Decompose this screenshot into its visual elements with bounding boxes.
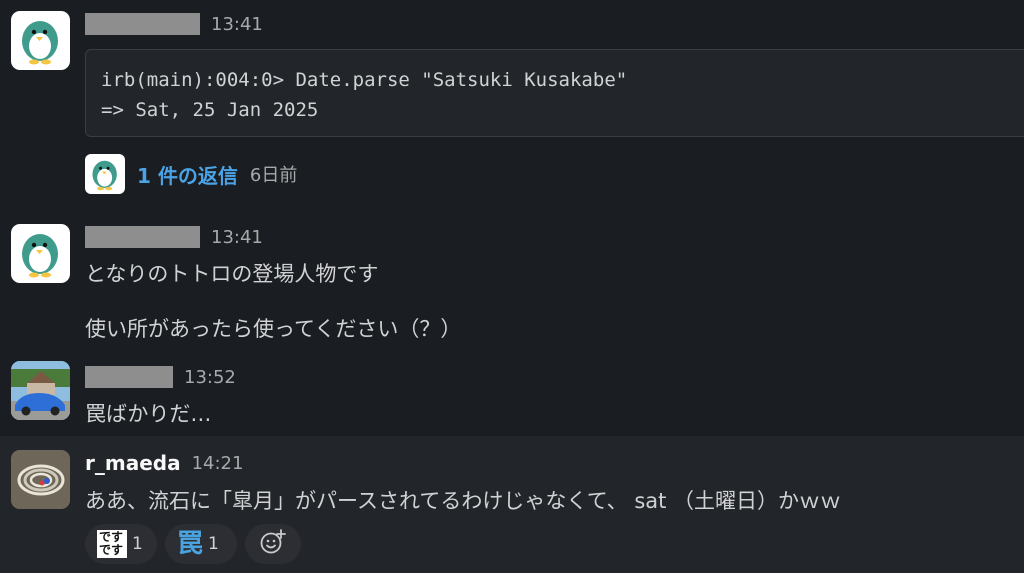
message-text: となりのトトロの登場人物です xyxy=(85,262,379,286)
redacted-username[interactable] xyxy=(85,13,200,35)
message-feed: 13:41 irb(main):004:0> Date.parse "Satsu… xyxy=(0,0,1024,573)
car-photo-avatar[interactable] xyxy=(11,361,70,420)
message-header: 13:41 xyxy=(85,12,263,36)
penguin-avatar[interactable] xyxy=(11,224,70,283)
code-line: irb(main):004:0> Date.parse "Satsuki Kus… xyxy=(101,69,628,91)
message-text: 使い所があったら使ってください（？） xyxy=(85,317,462,341)
last-reply-time: 6日前 xyxy=(249,165,298,186)
code-block: irb(main):004:0> Date.parse "Satsuki Kus… xyxy=(85,49,1024,137)
timestamp[interactable]: 14:21 xyxy=(192,453,244,474)
reaction-wana[interactable]: 罠 1 xyxy=(165,524,237,564)
redacted-username[interactable] xyxy=(85,366,173,388)
timestamp[interactable]: 13:52 xyxy=(184,367,236,388)
thread-replies[interactable]: 1 件の返信 6日前 xyxy=(85,153,297,195)
penguin-avatar[interactable] xyxy=(11,11,70,70)
message-text: ああ、流石に「皐月」がパースされてるわけじゃなくて、 sat （土曜日）かｗｗ xyxy=(85,489,842,513)
redacted-username[interactable] xyxy=(85,226,200,248)
message-2[interactable]: 13:41 となりのトトロの登場人物です 使い所があったら使ってください（？） xyxy=(0,212,1024,352)
reply-avatar xyxy=(85,154,125,194)
wana-emoji: 罠 xyxy=(177,529,204,559)
reaction-desu[interactable]: です です 1 xyxy=(85,524,157,564)
add-reaction-button[interactable] xyxy=(245,524,301,564)
add-reaction-icon xyxy=(259,528,287,560)
reaction-bar: です です 1 罠 1 xyxy=(85,524,301,564)
message-header: 13:52 xyxy=(85,365,236,389)
timestamp[interactable]: 13:41 xyxy=(211,227,263,248)
reaction-count: 1 xyxy=(132,534,143,554)
message-3[interactable]: 13:52 罠ばかりだ… xyxy=(0,352,1024,436)
author-name[interactable]: r_maeda xyxy=(85,451,181,475)
message-1[interactable]: 13:41 irb(main):004:0> Date.parse "Satsu… xyxy=(0,0,1024,210)
reaction-count: 1 xyxy=(208,534,219,554)
timestamp[interactable]: 13:41 xyxy=(211,14,263,35)
emoji-text: です xyxy=(99,543,124,557)
message-header: 13:41 xyxy=(85,225,263,249)
message-header: r_maeda 14:21 xyxy=(85,451,243,475)
code-line: => Sat, 25 Jan 2025 xyxy=(101,99,319,121)
reply-count-link[interactable]: 1 件の返信 xyxy=(137,160,238,189)
cables-photo-avatar[interactable] xyxy=(11,450,70,509)
desu-emoji: です です xyxy=(97,530,127,558)
message-text: 罠ばかりだ… xyxy=(85,402,212,426)
